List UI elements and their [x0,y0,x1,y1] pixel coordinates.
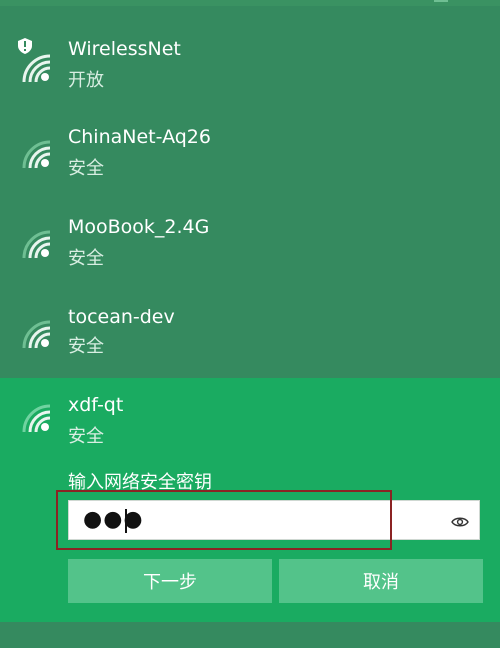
eye-icon[interactable] [451,514,469,528]
network-status: 安全 [68,336,104,357]
next-button[interactable]: 下一步 [68,559,272,603]
network-ssid: xdf-qt [68,394,124,416]
network-ssid: MooBook_2.4G [68,216,210,238]
wifi-icon [20,402,54,436]
network-status: 安全 [68,158,104,179]
network-status: 安全 [68,248,104,269]
network-item-moobook[interactable]: MooBook_2.4G 安全 [0,200,500,290]
network-ssid: ChinaNet-Aq26 [68,126,211,148]
network-item-xdf-qt-selected[interactable]: xdf-qt 安全 输入网络安全密钥 ●●● 下一步 取消 [0,378,500,622]
network-status: 开放 [68,70,104,91]
wifi-icon [20,318,54,352]
bottom-strip [0,622,500,648]
shield-alert-icon [18,38,32,54]
top-indicator [434,0,448,2]
network-item-wirelessnet[interactable]: WirelessNet 开放 [0,20,500,110]
network-ssid: tocean-dev [68,306,175,328]
network-ssid: WirelessNet [68,38,181,60]
highlight-box [56,490,392,550]
cancel-button[interactable]: 取消 [279,559,483,603]
network-status: 安全 [68,426,104,447]
wifi-icon [20,228,54,262]
wifi-icon [20,52,54,86]
network-item-tocean-dev[interactable]: tocean-dev 安全 [0,290,500,380]
top-strip [0,0,500,6]
network-item-chinanet[interactable]: ChinaNet-Aq26 安全 [0,110,500,200]
wifi-icon [20,138,54,172]
